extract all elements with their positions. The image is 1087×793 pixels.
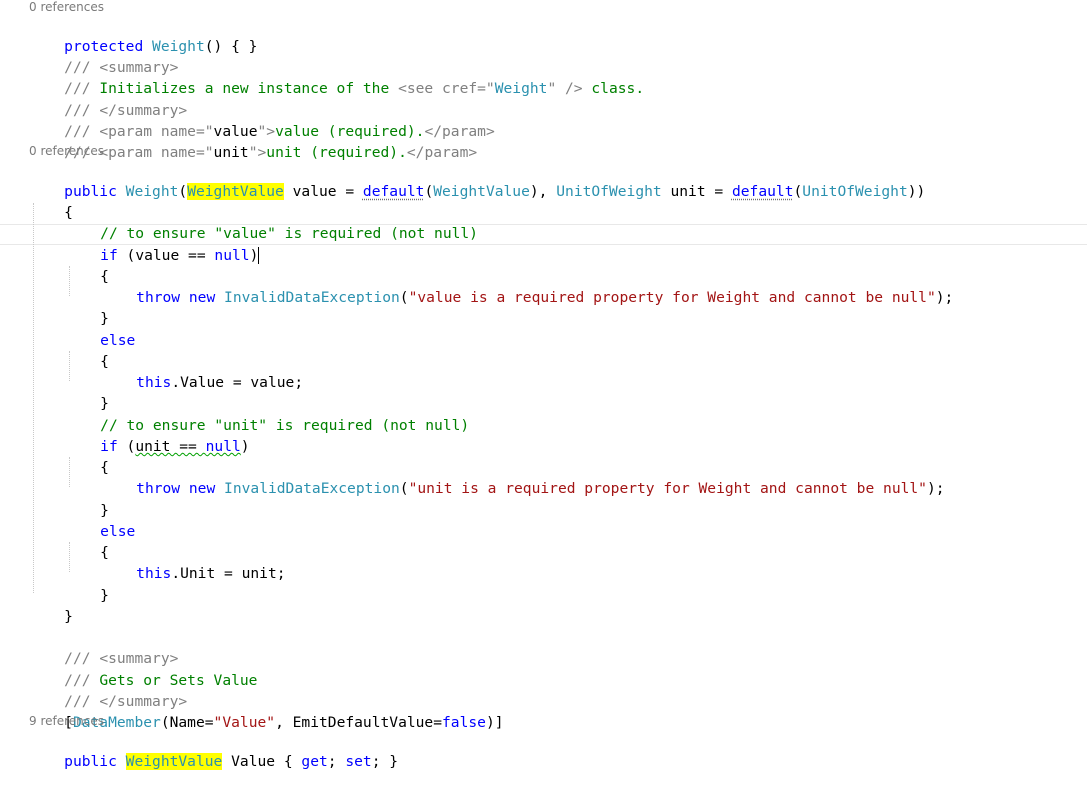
code-token: null: [214, 247, 250, 264]
code-token: }: [64, 608, 73, 625]
code-token: <see cref=": [398, 80, 495, 97]
code-line: else: [65, 500, 135, 540]
code-token: ;: [327, 753, 346, 770]
code-token: .Unit = unit;: [171, 565, 286, 582]
code-line: /// </summary>: [29, 79, 187, 119]
code-line: /// <summary>: [29, 627, 178, 667]
code-token: UnitOfWeight: [802, 183, 908, 200]
code-line: throw new InvalidDataException("unit is …: [101, 457, 944, 497]
code-token: ): [240, 438, 250, 455]
code-token: unit =: [661, 183, 732, 200]
warning-squiggle-token[interactable]: unit ==: [135, 438, 205, 455]
code-token: ),: [529, 183, 557, 200]
code-token: (: [399, 480, 409, 497]
codelens-references[interactable]: 0 references: [29, 0, 104, 15]
code-token: Weight: [125, 183, 179, 200]
code-token: false: [442, 714, 486, 731]
warning-squiggle-token[interactable]: null: [206, 438, 241, 455]
code-token: new: [188, 289, 216, 306]
code-token: UnitOfWeight: [556, 183, 662, 200]
code-token: WeightValue: [433, 183, 530, 200]
code-token: )): [907, 183, 926, 200]
code-line: // to ensure "value" is required (not nu…: [65, 202, 478, 242]
code-token: (: [424, 183, 434, 200]
code-token: Value {: [231, 753, 302, 770]
code-token: "Value": [213, 714, 276, 731]
code-line: {: [65, 245, 109, 285]
code-line: this.Unit = unit;: [101, 542, 285, 582]
codelens-references[interactable]: 0 references: [29, 143, 104, 159]
code-token: default: [362, 183, 425, 200]
code-token: " />: [547, 80, 583, 97]
code-line: /// <summary>: [29, 36, 178, 76]
code-token: throw: [136, 480, 181, 497]
code-line: }: [65, 287, 109, 327]
code-line: /// <param name="unit">unit (required).<…: [29, 121, 477, 161]
code-token: value =: [283, 183, 363, 200]
code-token: }: [100, 587, 109, 604]
highlighted-type-token: WeightValue: [187, 183, 284, 200]
codelens-references[interactable]: 9 references: [29, 713, 104, 729]
code-token: <param name=": [99, 144, 214, 161]
code-line: public Weight(WeightValue value = defaul…: [29, 160, 925, 200]
code-line: [DataMember(Name="Value", EmitDefaultVal…: [29, 691, 503, 731]
code-token: );: [935, 289, 954, 306]
code-token: )]: [485, 714, 504, 731]
code-token: InvalidDataException: [224, 480, 400, 497]
indent-guide: [33, 203, 34, 593]
code-line: if (unit == null): [65, 415, 249, 455]
code-token: this: [136, 374, 172, 391]
code-line: {: [65, 436, 109, 476]
code-line: {: [65, 330, 109, 370]
code-line: throw new InvalidDataException("value is…: [101, 266, 953, 306]
code-token: </param>: [406, 144, 478, 161]
code-line: // to ensure "unit" is required (not nul…: [65, 394, 469, 434]
code-token: , EmitDefaultValue=: [275, 714, 442, 731]
code-token: Weight: [494, 80, 548, 97]
code-token: this: [136, 565, 172, 582]
code-token: public: [64, 753, 117, 770]
code-token: set: [345, 753, 372, 770]
code-token: new: [188, 480, 216, 497]
code-line: protected Weight() { }: [29, 15, 257, 55]
code-line: {: [29, 181, 73, 221]
highlighted-type-token: WeightValue: [125, 753, 223, 770]
code-token: (: [399, 289, 409, 306]
code-token: get: [301, 753, 328, 770]
code-token: (Name=: [160, 714, 214, 731]
code-line: /// Gets or Sets Value: [29, 649, 257, 689]
code-token: default: [731, 183, 794, 200]
code-line: }: [29, 585, 73, 625]
code-token: (: [793, 183, 803, 200]
code-line: }: [65, 564, 109, 604]
code-line: if (value == null): [65, 224, 260, 264]
code-token: class.: [591, 80, 645, 97]
code-token: () { }: [204, 38, 258, 55]
code-line: }: [65, 479, 109, 519]
code-token: .Value = value;: [171, 374, 304, 391]
code-line: /// </summary>: [29, 670, 187, 710]
code-line: {: [65, 521, 109, 561]
code-token: (: [178, 183, 188, 200]
code-token: "unit is a required property for Weight …: [408, 480, 927, 497]
code-line: this.Value = value;: [101, 351, 303, 391]
code-token: unit: [213, 144, 249, 161]
code-token: );: [926, 480, 945, 497]
code-token: "value is a required property for Weight…: [408, 289, 936, 306]
text-caret: ): [249, 247, 260, 264]
code-token: (value ==: [126, 247, 215, 264]
code-editor[interactable]: 0 references protected Weight() { } /// …: [0, 0, 1087, 771]
code-token: ; }: [371, 753, 399, 770]
code-line: /// Initializes a new instance of the <s…: [29, 57, 644, 97]
code-token: throw: [136, 289, 181, 306]
code-token: ">: [248, 144, 267, 161]
code-token: unit (required).: [266, 144, 407, 161]
code-token: InvalidDataException: [224, 289, 400, 306]
code-token: (: [126, 438, 136, 455]
code-line: }: [65, 372, 109, 412]
code-line: public WeightValue Value { get; set; }: [29, 730, 398, 770]
code-line: else: [65, 309, 135, 349]
code-line: /// <param name="value">value (required)…: [29, 100, 495, 140]
